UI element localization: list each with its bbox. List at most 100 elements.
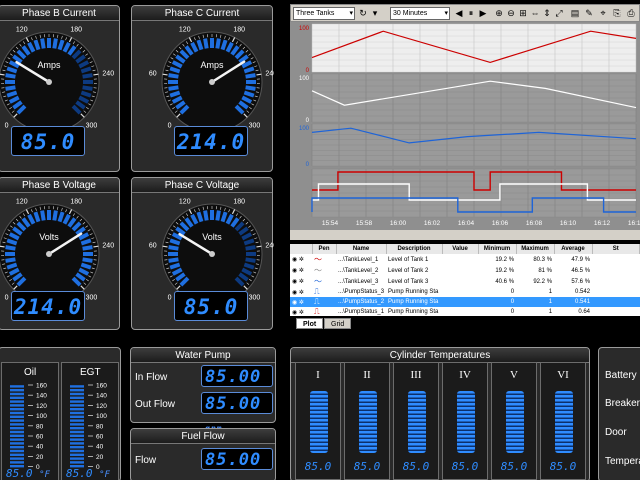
- gauge-tick-label: 0: [168, 122, 172, 129]
- trend-chart-area[interactable]: 100 0 100 0 100 0 15:54 15:58 16:00 16:02 16:04 16:…: [290, 22, 640, 240]
- panel-oil-egt: Oil 160 140 120 100 80 60 40 20 0 85.0 °F EGT 16…: [0, 347, 121, 480]
- bar-segment: [10, 446, 24, 449]
- bar-segment: [10, 461, 24, 464]
- cycle-icon[interactable]: ↻: [357, 7, 369, 20]
- row-status: [592, 297, 640, 307]
- bar-segment: [70, 408, 84, 411]
- settings-icon[interactable]: ✲: [299, 310, 304, 316]
- pen-table-row[interactable]: ◉ ✲ ⎍ ...\PumpStatus_1 Pump Running Sta 0 1 0.…: [290, 307, 640, 317]
- temperature-label: Tempera: [605, 456, 640, 467]
- settings-icon[interactable]: ✲: [299, 290, 304, 296]
- cylinder-column: I 85.0: [295, 362, 341, 480]
- gauge-arc-segment: [5, 257, 16, 263]
- gauge-tick-label: 60: [149, 71, 157, 78]
- eye-icon[interactable]: ◉: [292, 279, 297, 285]
- col-name[interactable]: Name: [336, 244, 387, 254]
- trend-chart[interactable]: 100 0 100 0 100 0 15:54 15:58 16:00 16:02 16:04 16:…: [290, 22, 640, 240]
- export-icon[interactable]: ⎙: [625, 7, 637, 20]
- eye-icon[interactable]: ◉: [292, 257, 297, 263]
- col-maximum[interactable]: Maximum: [516, 244, 555, 254]
- pen-table-row[interactable]: ◉ ✲ 〜 ...\TankLevel_1 Level of Tank 1 19.2 %…: [290, 254, 640, 265]
- dropdown-arrow-icon[interactable]: ▾: [369, 7, 381, 20]
- in-flow-readout: 85.00 gpm: [201, 365, 273, 406]
- bar-segment: [10, 434, 24, 437]
- col-value[interactable]: Value: [442, 244, 479, 254]
- row-pen-icon: ⎍: [312, 287, 336, 297]
- pen-table-row[interactable]: ◉ ✲ ⎍ ...\PumpStatus_2 Pump Running Sta 0 1 0.…: [290, 297, 640, 307]
- row-description: Pump Running Sta: [388, 309, 439, 315]
- bar-segment: [10, 457, 24, 460]
- row-pen-icon: ⎍: [312, 307, 336, 317]
- gauge-arc-segment: [52, 38, 58, 49]
- pen-table-row[interactable]: ◉ ✲ ⎍ ...\PumpStatus_3 Pump Running Sta 0 1 0.…: [290, 287, 640, 297]
- row-maximum: 80.3 %: [533, 256, 553, 263]
- pen-table-row[interactable]: ◉ ✲ 〜 ...\TankLevel_2 Level of Tank 2 19.2 %…: [290, 265, 640, 276]
- col-average[interactable]: Average: [554, 244, 593, 254]
- tab-plot[interactable]: Plot: [296, 318, 324, 329]
- settings-icon[interactable]: ✲: [299, 268, 304, 274]
- cylinder-temperature-bar: [310, 391, 328, 453]
- gauge-hub: [46, 251, 52, 257]
- eye-icon[interactable]: ◉: [292, 300, 297, 306]
- panel-title: Cylinder Temperatures: [291, 348, 589, 363]
- pause-icon[interactable]: ⏸: [465, 7, 477, 20]
- row-minimum: 19.2 %: [495, 267, 515, 274]
- tab-grid[interactable]: Grid: [324, 318, 352, 329]
- bar-tick-label: 160: [36, 383, 47, 390]
- settings-icon[interactable]: ✲: [299, 300, 304, 306]
- time-range-select[interactable]: 30 Minutes ▾: [390, 7, 450, 20]
- bar-segment: [10, 449, 24, 453]
- egt-bar-gauge: 160140120100806040200: [70, 383, 107, 471]
- gauge-tick-label: 120: [179, 199, 191, 206]
- col-status[interactable]: St: [592, 244, 640, 254]
- zoom-out-icon[interactable]: ⊖: [505, 7, 517, 20]
- eye-icon[interactable]: ◉: [292, 290, 297, 296]
- gauge-arc-segment: [52, 210, 58, 221]
- bar-tick-label: 40: [36, 444, 44, 451]
- row-pen-icon: 〜: [312, 254, 336, 265]
- col-description[interactable]: Description: [386, 244, 443, 254]
- cylinder-temperature-value: 85.0: [402, 460, 430, 473]
- panel-title: Fuel Flow: [131, 429, 275, 444]
- gauge-hub: [209, 251, 215, 257]
- zoom-x-icon[interactable]: ⇔: [529, 7, 541, 20]
- settings-icon[interactable]: ✲: [299, 279, 304, 285]
- bar-segment: [10, 408, 24, 411]
- zoom-y-icon[interactable]: ⇕: [541, 7, 553, 20]
- pen-table-row[interactable]: ◉ ✲ 〜 ...\TankLevel_3 Level of Tank 3 40.6 %…: [290, 276, 640, 287]
- gauge-hub: [46, 79, 52, 85]
- col-pen[interactable]: Pen: [312, 244, 337, 254]
- gauge-arc-segment: [168, 257, 179, 263]
- bar-segment: [70, 423, 84, 426]
- cylinder-number: IV: [459, 369, 471, 381]
- zoom-box-icon[interactable]: ⊞: [517, 7, 529, 20]
- skip-forward-icon[interactable]: ▶: [477, 7, 489, 20]
- gauge-tick-label: 240: [265, 243, 274, 250]
- bar-segment: [10, 392, 24, 396]
- copy-icon[interactable]: ⎘: [611, 7, 623, 20]
- door-label: Door: [605, 427, 627, 438]
- tanks-select[interactable]: Three Tanks ▾: [293, 7, 355, 20]
- oil-unit: °F: [39, 470, 50, 480]
- settings-icon[interactable]: ✲: [299, 257, 304, 263]
- row-name: ...\PumpStatus_1: [338, 309, 385, 315]
- trend-toolbar: Three Tanks ▾ ↻ ▾ 30 Minutes ▾ ◀ ⏸ ▶ ⊕ ⊖ ⊞…: [290, 4, 640, 22]
- egt-column: EGT 160 140 120 100 80 60 40 20 0 85.0 °F: [61, 362, 119, 480]
- pen-icon[interactable]: ✎: [583, 7, 595, 20]
- bar-tick-label: 40: [96, 444, 104, 451]
- eye-icon[interactable]: ◉: [292, 268, 297, 274]
- cursor-icon[interactable]: ⌖: [597, 7, 609, 20]
- row-maximum: 92.2 %: [533, 278, 553, 285]
- col-minimum[interactable]: Minimum: [478, 244, 517, 254]
- zoom-in-icon[interactable]: ⊕: [493, 7, 505, 20]
- trend-time-label: 16:06: [492, 220, 509, 227]
- bar-segment: [70, 427, 84, 430]
- gauge-tick-label: 300: [249, 122, 261, 129]
- cylinder-temperature-bar: [408, 391, 426, 453]
- chart-icon[interactable]: ▤: [569, 7, 581, 20]
- gauge-arc-segment: [5, 73, 16, 79]
- eye-icon[interactable]: ◉: [292, 310, 297, 316]
- zoom-fit-icon[interactable]: ⤢: [553, 7, 565, 20]
- panel-phase-c-current: Phase C Current 060120180240300Amps 214.…: [131, 5, 274, 172]
- skip-back-icon[interactable]: ◀: [453, 7, 465, 20]
